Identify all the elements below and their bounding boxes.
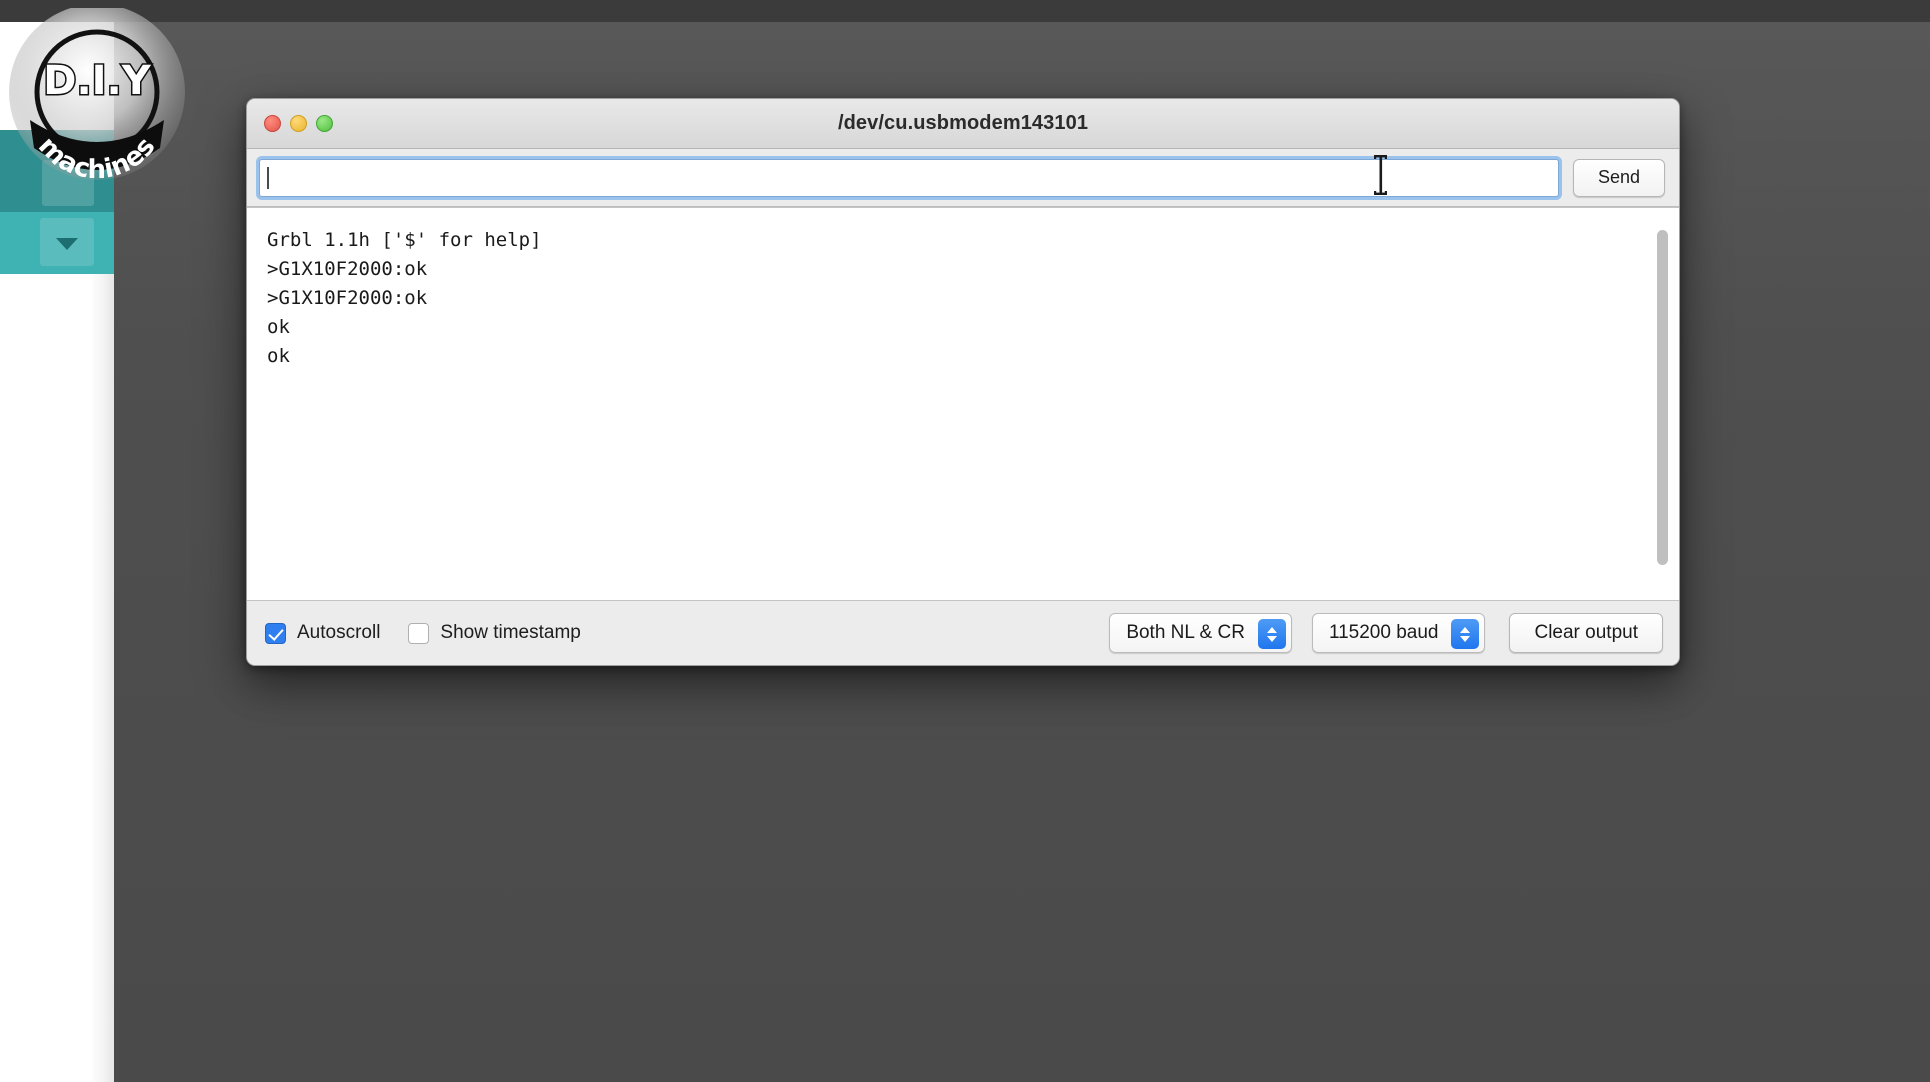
desktop-top-band (0, 0, 1930, 22)
show-timestamp-checkbox[interactable] (408, 623, 429, 644)
show-timestamp-label: Show timestamp (440, 622, 580, 644)
bottom-toolbar: Autoscroll Show timestamp Both NL & CR 1… (247, 601, 1679, 665)
output-area[interactable]: Grbl 1.1h ['$' for help] >G1X10F2000:ok … (247, 207, 1679, 601)
output-scrollbar-thumb[interactable] (1657, 230, 1668, 565)
stepper-icon (1258, 619, 1286, 649)
command-input[interactable] (259, 159, 1559, 197)
clear-output-button[interactable]: Clear output (1509, 613, 1663, 653)
show-timestamp-checkbox-group[interactable]: Show timestamp (408, 622, 580, 644)
background-ide-tab-button[interactable] (42, 160, 94, 206)
output-text: Grbl 1.1h ['$' for help] >G1X10F2000:ok … (247, 208, 1679, 371)
send-button[interactable]: Send (1573, 159, 1665, 197)
baud-rate-select[interactable]: 115200 baud (1312, 613, 1486, 653)
chevron-up-icon (1460, 627, 1470, 633)
autoscroll-label: Autoscroll (297, 622, 380, 644)
serial-monitor-window: /dev/cu.usbmodem143101 Send Grbl 1.1h ['… (246, 98, 1680, 666)
chevron-down-icon (1460, 636, 1470, 642)
screen-root: D.I.Y machines /dev/cu.usbmodem143101 Se… (0, 0, 1930, 1082)
command-input-wrapper (259, 159, 1559, 197)
window-title: /dev/cu.usbmodem143101 (247, 112, 1679, 135)
line-ending-select[interactable]: Both NL & CR (1109, 613, 1292, 653)
background-ide-editor (0, 274, 92, 1082)
chevron-down-icon (1267, 636, 1277, 642)
autoscroll-checkbox[interactable] (265, 623, 286, 644)
output-scrollbar[interactable] (1659, 214, 1675, 594)
chevron-up-icon (1267, 627, 1277, 633)
baud-rate-value: 115200 baud (1329, 622, 1439, 644)
autoscroll-checkbox-group[interactable]: Autoscroll (265, 622, 380, 644)
line-ending-value: Both NL & CR (1126, 622, 1245, 644)
chevron-down-icon (56, 238, 78, 250)
send-row: Send (247, 149, 1679, 207)
window-titlebar[interactable]: /dev/cu.usbmodem143101 (247, 99, 1679, 149)
stepper-icon (1451, 619, 1479, 649)
text-caret (267, 167, 269, 189)
